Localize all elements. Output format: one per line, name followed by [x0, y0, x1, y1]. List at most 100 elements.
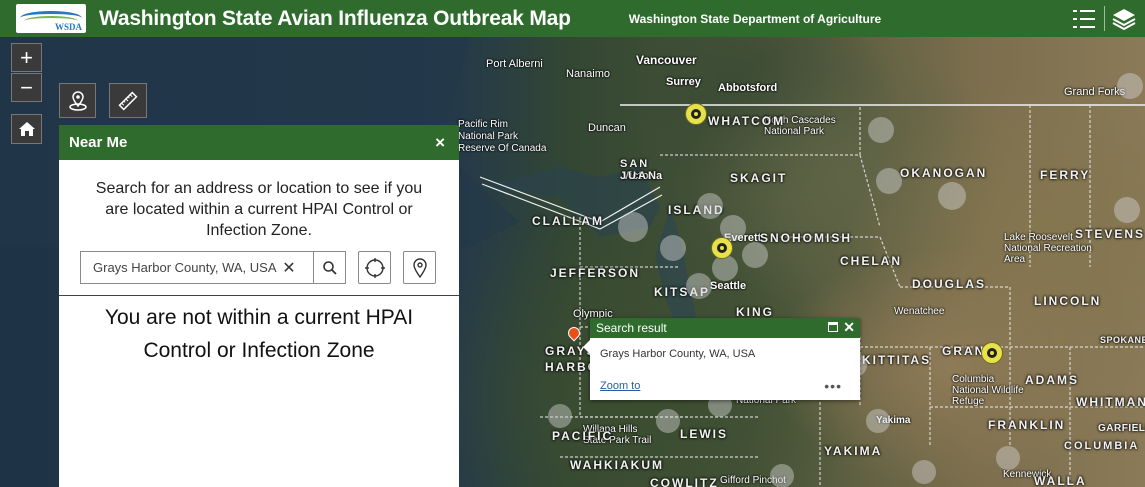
place-label: Vancouver: [636, 53, 697, 67]
county-label: WHITMAN: [1076, 395, 1145, 409]
county-label: WAHKIAKUM: [570, 458, 664, 472]
county-label: CLALLAM: [532, 214, 604, 228]
county-label: ADAMS: [1025, 373, 1079, 387]
near-me-title: Near Me: [69, 134, 128, 151]
county-label: DOUGLAS: [912, 277, 986, 291]
county-label: YAKIMA: [824, 444, 883, 458]
home-button[interactable]: [11, 114, 42, 144]
county-label: SKAGIT: [730, 171, 788, 185]
control-zone[interactable]: [1117, 73, 1143, 99]
app-title: Washington State Avian Influenza Outbrea…: [99, 6, 571, 30]
search-input[interactable]: Grays Harbor County, WA, USA ✕: [80, 251, 314, 284]
place-label: National Park: [458, 131, 519, 142]
wsda-logo: WSDA: [16, 4, 86, 33]
place-label: Grand Forks: [1064, 86, 1126, 98]
popup-title: Search result: [596, 321, 667, 335]
app-subtitle: Washington State Department of Agricultu…: [628, 11, 882, 26]
control-zone[interactable]: [996, 446, 1020, 470]
zone-result-text: You are not within a current HPAI Contro…: [104, 306, 414, 362]
place-label: Pacific Rim: [458, 119, 509, 130]
county-label: KITTITAS: [862, 353, 932, 367]
control-zone[interactable]: [686, 273, 712, 299]
search-result-popup: Search result ✕ Grays Harbor County, WA,…: [583, 318, 860, 400]
county-label: SAN JUAN: [620, 158, 658, 182]
control-zone[interactable]: [868, 117, 894, 143]
list-icon: [1073, 9, 1095, 28]
layers-icon: [1112, 8, 1136, 30]
county-label: SPOKANE: [1100, 335, 1145, 345]
county-label: LINCOLN: [1034, 294, 1102, 308]
divider: [59, 295, 459, 296]
control-zone[interactable]: [938, 182, 966, 210]
zoom-in-button[interactable]: +: [11, 43, 42, 72]
layers-button[interactable]: [1106, 0, 1142, 37]
close-icon[interactable]: ✕: [843, 319, 855, 336]
county-label: OKANOGAN: [900, 166, 988, 180]
near-me-description: Search for an address or location to see…: [95, 180, 423, 239]
place-label: Port Alberni: [486, 58, 543, 70]
select-point-button[interactable]: [403, 251, 436, 284]
control-zone[interactable]: [656, 409, 680, 433]
outbreak-marker[interactable]: [685, 103, 707, 125]
county-label: GARFIELD: [1098, 423, 1145, 434]
outbreak-marker[interactable]: [981, 342, 1003, 364]
near-me-panel: Near Me × Search for an address or locat…: [59, 125, 459, 487]
county-label: CHELAN: [840, 254, 902, 268]
search-button[interactable]: [314, 251, 346, 284]
control-zone[interactable]: [548, 404, 572, 428]
control-zone[interactable]: [912, 460, 936, 484]
zoom-to-link[interactable]: Zoom to: [600, 380, 640, 392]
county-label: PACIFIC: [552, 429, 614, 443]
control-zone[interactable]: [618, 212, 648, 242]
county-label: JEFFERSON: [550, 266, 641, 280]
search-row: Grays Harbor County, WA, USA ✕: [80, 251, 436, 284]
county-label: STEVENS: [1075, 227, 1145, 241]
control-zone[interactable]: [770, 464, 794, 487]
control-zone[interactable]: [742, 242, 768, 268]
control-zone[interactable]: [712, 255, 738, 281]
control-zone[interactable]: [1114, 197, 1140, 223]
near-me-header: Near Me ×: [59, 125, 459, 160]
county-label: WHATCOM: [708, 114, 786, 128]
near-me-button[interactable]: [59, 83, 96, 118]
control-zone[interactable]: [660, 235, 686, 261]
ruler-icon: [118, 90, 138, 111]
app-header: WSDA Washington State Avian Influenza Ou…: [0, 0, 1145, 37]
place-label: Reserve Of Canada: [458, 143, 547, 154]
search-input-value[interactable]: Grays Harbor County, WA, USA: [81, 260, 279, 275]
control-zone[interactable]: [697, 193, 723, 219]
crosshair-icon: [364, 257, 385, 278]
map-pin-icon: [412, 257, 427, 278]
place-label: Duncan: [588, 122, 626, 134]
legend-list-button[interactable]: [1066, 0, 1102, 37]
county-label: COLUMBIA: [1064, 440, 1140, 452]
search-icon: [322, 260, 337, 275]
more-options-icon[interactable]: •••: [824, 378, 842, 394]
control-zone[interactable]: [866, 409, 890, 433]
county-label: WALLA: [1034, 474, 1087, 487]
popup-address: Grays Harbor County, WA, USA: [600, 348, 756, 360]
clear-icon[interactable]: ✕: [279, 258, 299, 278]
county-label: LEWIS: [680, 427, 728, 441]
place-label: Wenatchee: [894, 306, 945, 317]
locate-button[interactable]: [358, 251, 391, 284]
place-label: Surrey: [666, 76, 701, 88]
home-icon: [18, 122, 35, 136]
zoom-out-button[interactable]: −: [11, 73, 42, 102]
popup-header: Search result ✕: [590, 318, 860, 338]
outbreak-marker[interactable]: [711, 237, 733, 259]
location-marker-icon: [68, 90, 87, 111]
maximize-icon[interactable]: [828, 322, 838, 332]
county-label: FRANKLIN: [988, 418, 1066, 432]
close-icon[interactable]: ×: [435, 133, 445, 153]
county-label: KING: [736, 305, 774, 319]
county-label: SNOHOMISH: [760, 231, 853, 245]
place-label: Columbia National Wildlife Refuge: [952, 374, 1024, 407]
place-label: Abbotsford: [718, 82, 778, 94]
control-zone[interactable]: [876, 168, 902, 194]
county-label: COWLITZ: [650, 476, 719, 487]
measure-button[interactable]: [109, 83, 147, 118]
county-label: FERRY: [1040, 168, 1091, 182]
place-label: Nanaimo: [566, 68, 611, 80]
county-label: GRAYS HARBOR: [545, 344, 610, 374]
